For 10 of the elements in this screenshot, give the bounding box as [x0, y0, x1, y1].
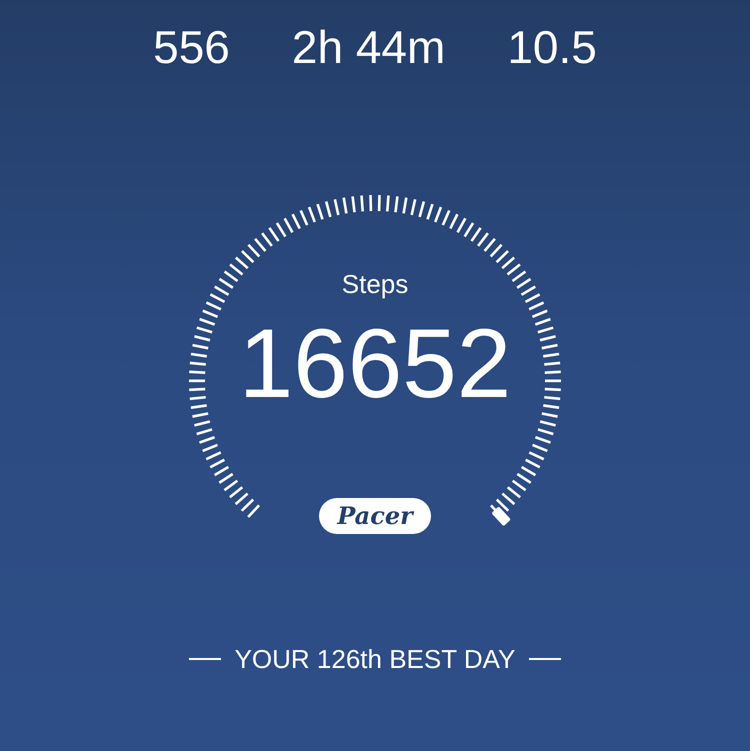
- stat-value: 556: [153, 20, 230, 74]
- gauge-marker-icon: [491, 506, 511, 526]
- dash-line: [529, 658, 562, 660]
- best-day-text: YOUR 126th BEST DAY: [234, 644, 516, 674]
- pacer-logo: Pacer: [319, 498, 431, 534]
- stat-value: 10.5: [507, 20, 597, 74]
- dash-line: [188, 658, 221, 660]
- steps-label: Steps: [342, 269, 408, 299]
- steps-count: 16652: [238, 311, 512, 415]
- stat-value: 2h 44m: [292, 20, 446, 74]
